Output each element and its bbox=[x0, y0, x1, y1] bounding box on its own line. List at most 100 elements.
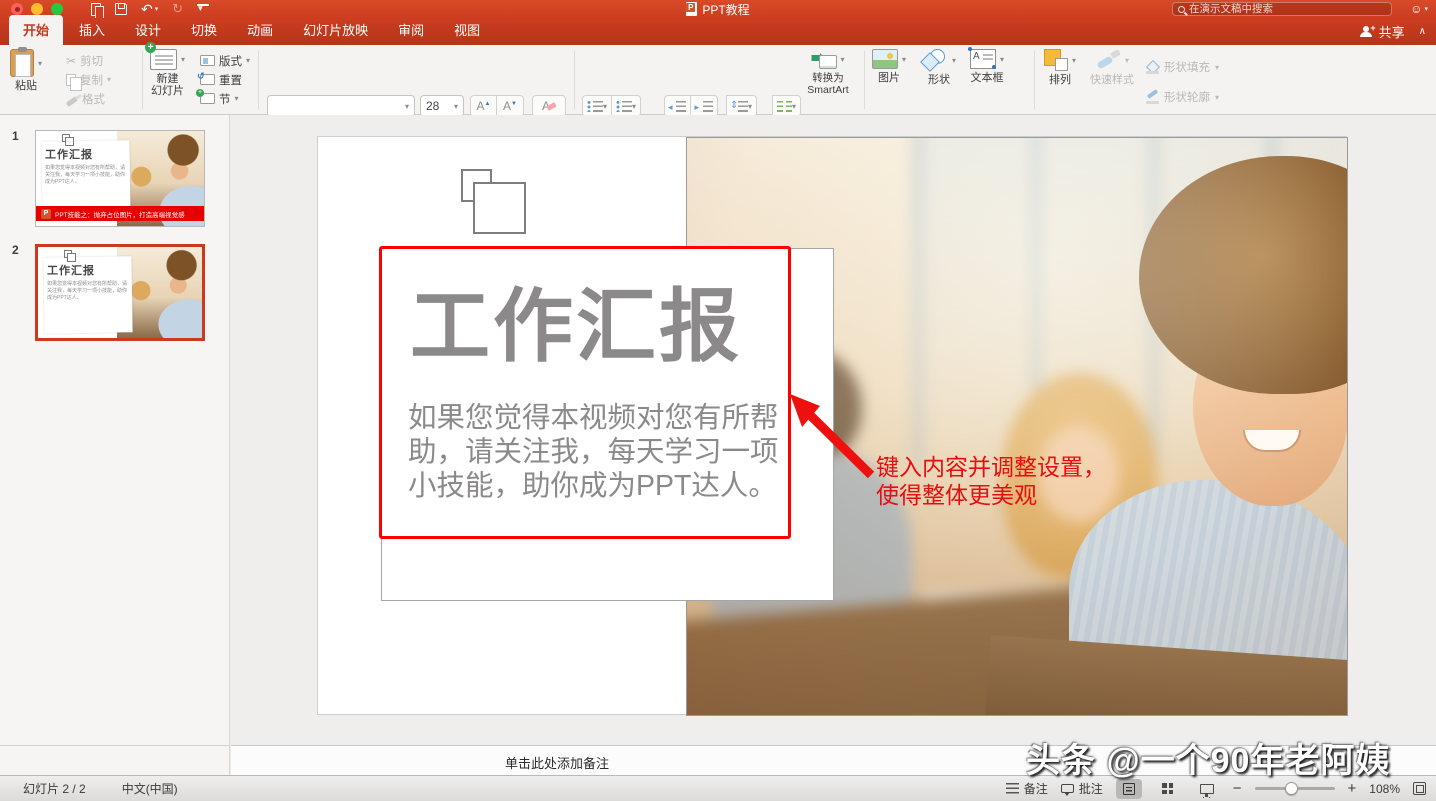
increase-font-button[interactable]: A bbox=[470, 95, 497, 117]
picture-icon bbox=[872, 49, 898, 69]
arrange-label: 排列 bbox=[1049, 74, 1071, 86]
collapse-ribbon-chevron[interactable]: ∧ bbox=[1419, 26, 1426, 37]
arrange-icon bbox=[1044, 49, 1068, 71]
search-input[interactable] bbox=[1189, 3, 1369, 15]
increase-indent-button[interactable] bbox=[691, 95, 718, 117]
copy-button[interactable]: 复制▾ bbox=[66, 70, 111, 89]
shape-outline-caret: ▾ bbox=[1215, 93, 1219, 102]
close-button[interactable] bbox=[11, 3, 23, 15]
notes-toggle-label: 备注 bbox=[1024, 780, 1048, 797]
annotation-line-2: 使得整体更美观 bbox=[876, 481, 1106, 509]
zoom-slider[interactable] bbox=[1255, 787, 1335, 790]
new-slide-dropdown-caret[interactable]: ▾ bbox=[181, 55, 185, 64]
copy-dropdown-caret[interactable]: ▾ bbox=[107, 75, 111, 84]
arrange-button[interactable]: ▾ 排列 bbox=[1044, 49, 1076, 86]
paste-dropdown-caret[interactable]: ▾ bbox=[38, 59, 42, 68]
thumb-banner: P PPT技能之：抛弃占位图片，打造高端视觉感 bbox=[36, 206, 204, 221]
shape-outline-button[interactable]: 形状轮廓 ▾ bbox=[1146, 89, 1219, 105]
bullets-caret: ▾ bbox=[603, 102, 607, 111]
numbering-button[interactable]: ▾ bbox=[612, 95, 641, 117]
notes-toggle-button[interactable]: 备注 bbox=[1006, 780, 1048, 797]
tab-review[interactable]: 审阅 bbox=[384, 15, 438, 45]
bullets-button[interactable]: ▾ bbox=[582, 95, 612, 117]
quick-styles-icon bbox=[1095, 49, 1121, 71]
thumb-logo-squares-icon bbox=[64, 250, 76, 260]
slide-canvas[interactable]: 工作汇报 如果您觉得本视频对您有所帮助，请关注我，每天学习一项小技能，助你成为P… bbox=[317, 136, 1347, 715]
paste-clipboard-icon bbox=[10, 49, 34, 77]
arrange-caret: ▾ bbox=[1072, 56, 1076, 65]
zoom-out-button[interactable]: − bbox=[1233, 780, 1242, 797]
decrease-indent-icon bbox=[669, 101, 686, 112]
layout-caret: ▾ bbox=[246, 56, 250, 65]
line-spacing-icon bbox=[731, 101, 748, 112]
picture-caret: ▾ bbox=[902, 55, 906, 64]
tab-transitions[interactable]: 切换 bbox=[177, 15, 231, 45]
slide-title[interactable]: 工作汇报 bbox=[410, 262, 742, 378]
quick-styles-button[interactable]: ▾ 快速样式 bbox=[1090, 49, 1134, 86]
notes-placeholder[interactable]: 单击此处添加备注 bbox=[505, 753, 609, 772]
tab-insert[interactable]: 插入 bbox=[65, 15, 119, 45]
reset-icon bbox=[200, 74, 215, 85]
slide-2-thumbnail[interactable]: 工作汇报 如果您觉得本视频对您有所帮助，请关注我，每天学习一项小技能，助你成为P… bbox=[35, 244, 205, 341]
slide-1-thumbnail[interactable]: 工作汇报 如果您觉得本视频对您有所帮助，请关注我，每天学习一项小技能，助你成为P… bbox=[35, 130, 205, 227]
fit-to-window-button[interactable] bbox=[1413, 782, 1426, 795]
shape-fill-button[interactable]: 形状填充 ▾ bbox=[1146, 59, 1219, 75]
insert-textbox-button[interactable]: ▾ 文本框 bbox=[970, 49, 1004, 84]
selected-textbox[interactable]: 工作汇报 如果您觉得本视频对您有所帮助，请关注我，每天学习一项小技能，助你成为P… bbox=[379, 246, 791, 539]
cut-button[interactable]: ✂剪切 bbox=[66, 51, 111, 70]
font-size-combo[interactable]: 28▾ bbox=[420, 95, 464, 117]
paste-button[interactable]: ▾ 粘贴 bbox=[10, 49, 42, 92]
zoom-slider-thumb[interactable] bbox=[1285, 782, 1298, 795]
slide-body-text[interactable]: 如果您觉得本视频对您有所帮助，请关注我，每天学习一项小技能，助你成为PPT达人。 bbox=[408, 401, 790, 503]
new-slide-label-1: 新建 bbox=[157, 73, 179, 85]
zoom-percentage[interactable]: 108% bbox=[1369, 782, 1400, 796]
redo-button[interactable]: ↻ bbox=[172, 3, 183, 15]
font-name-combo[interactable]: ▾ bbox=[267, 95, 415, 117]
tab-slideshow[interactable]: 幻灯片放映 bbox=[289, 15, 382, 45]
powerpoint-doc-icon bbox=[686, 2, 697, 16]
format-painter-icon bbox=[66, 96, 79, 107]
layout-button[interactable]: 版式 ▾ bbox=[200, 51, 250, 70]
new-slide-button[interactable]: ▾ 新建幻灯片 bbox=[150, 49, 185, 97]
line-spacing-caret: ▾ bbox=[748, 102, 752, 111]
line-spacing-button[interactable]: ▾ bbox=[726, 95, 757, 117]
font-size-value: 28 bbox=[426, 99, 439, 113]
tab-view[interactable]: 视图 bbox=[440, 15, 494, 45]
decrease-indent-button[interactable] bbox=[664, 95, 691, 117]
save-button[interactable] bbox=[115, 3, 127, 15]
feedback-smiley-button[interactable]: ☺▾ bbox=[1410, 2, 1428, 16]
slide-thumbnail-panel: 1 工作汇报 如果您觉得本视频对您有所帮助，请关注我，每天学习一项小技能，助你成… bbox=[0, 115, 230, 745]
search-box[interactable] bbox=[1172, 2, 1392, 16]
quick-styles-label: 快速样式 bbox=[1090, 74, 1134, 86]
columns-icon bbox=[777, 101, 792, 112]
ribbon-home: ▾ 粘贴 ✂剪切 复制▾ 格式 ▾ 新建幻灯片 版式▾ 重置 节▾ ▾ 28▾ bbox=[0, 45, 1436, 115]
share-label: 共享 bbox=[1379, 22, 1405, 41]
decrease-font-button[interactable]: A bbox=[497, 95, 524, 117]
insert-shapes-button[interactable]: ▾ 形状 bbox=[922, 49, 956, 86]
undo-dropdown-caret[interactable]: ▾ bbox=[155, 5, 159, 13]
section-button[interactable]: 节▾ bbox=[200, 89, 250, 108]
new-document-button[interactable] bbox=[91, 3, 101, 16]
comments-toggle-button[interactable]: 批注 bbox=[1061, 780, 1103, 797]
clear-formatting-button[interactable]: A bbox=[532, 95, 566, 117]
tab-home[interactable]: 开始 bbox=[9, 15, 63, 45]
language-indicator[interactable]: 中文(中国) bbox=[122, 780, 178, 797]
fullscreen-button[interactable] bbox=[51, 3, 63, 15]
format-painter-button[interactable]: 格式 bbox=[66, 89, 111, 108]
columns-button[interactable]: ▾ bbox=[772, 95, 801, 117]
convert-smartart-button[interactable]: ▾ 转换为SmartArt bbox=[796, 49, 860, 96]
minimize-button[interactable] bbox=[31, 3, 43, 15]
logo-squares-icon[interactable] bbox=[461, 169, 541, 231]
increase-indent-icon bbox=[696, 101, 713, 112]
tab-animations[interactable]: 动画 bbox=[233, 15, 287, 45]
layout-label: 版式 bbox=[219, 53, 242, 69]
undo-button[interactable]: ↶▾ bbox=[141, 3, 158, 15]
picture-label: 图片 bbox=[878, 72, 900, 84]
reset-button[interactable]: 重置 bbox=[200, 70, 250, 89]
share-button[interactable]: 共享 bbox=[1360, 22, 1405, 41]
numbering-icon bbox=[616, 101, 632, 112]
toolbar-customize-button[interactable] bbox=[197, 4, 209, 14]
tab-design[interactable]: 设计 bbox=[121, 15, 175, 45]
zoom-in-button[interactable]: + bbox=[1348, 780, 1357, 797]
insert-picture-button[interactable]: ▾ 图片 bbox=[872, 49, 906, 84]
